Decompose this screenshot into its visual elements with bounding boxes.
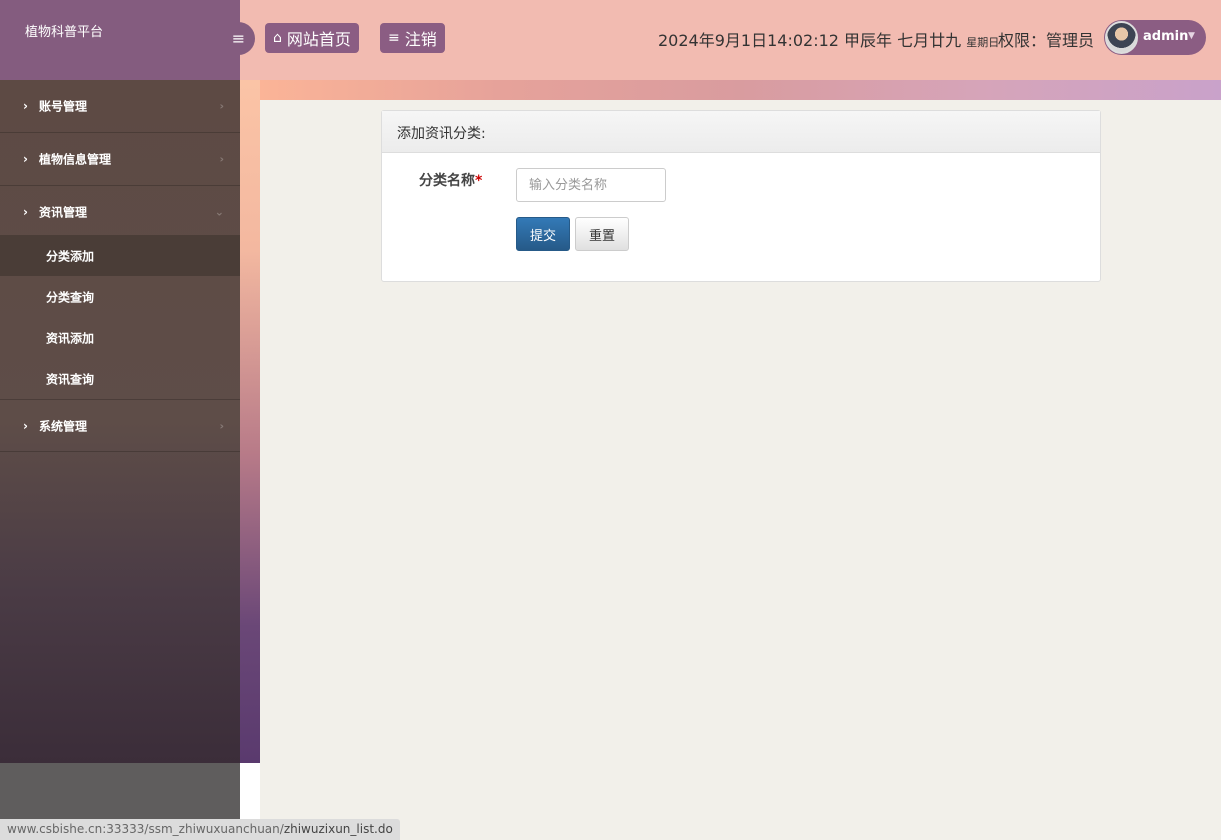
menu-icon: ≡	[231, 29, 246, 48]
datetime-text: 2024年9月1日14:02:12 甲辰年 七月廿九	[658, 31, 962, 50]
required-mark: *	[475, 173, 483, 189]
avatar	[1105, 21, 1138, 54]
sidebar-item-category-add[interactable]: 分类添加	[0, 235, 240, 276]
datetime-display: 2024年9月1日14:02:12 甲辰年 七月廿九 星期日	[658, 27, 999, 51]
decorative-gradient	[240, 80, 260, 763]
panel-title: 添加资讯分类:	[382, 111, 1100, 153]
status-url-host: www.csbishe.cn:33333/ssm_zhiwuxuanchuan/	[7, 822, 284, 836]
sidebar-group-plant-info[interactable]: › 植物信息管理 ›	[0, 133, 240, 186]
permission-text: 权限：管理员	[998, 31, 1095, 50]
sidebar-item-label: 资讯添加	[46, 331, 95, 345]
category-name-label: 分类名称*	[419, 170, 482, 190]
sidebar-group-system[interactable]: › 系统管理 ›	[0, 399, 240, 452]
category-name-label-text: 分类名称	[419, 173, 475, 189]
sidebar-item-label: 分类查询	[46, 290, 95, 304]
caret-down-icon: ▼	[1188, 31, 1195, 41]
sidebar-toggle-button[interactable]: ≡	[222, 22, 255, 55]
logout-button-label: 注销	[404, 30, 437, 49]
reset-button[interactable]: 重置	[575, 217, 629, 251]
home-icon: ⌂	[273, 30, 282, 46]
sidebar-item-label: 资讯查询	[46, 372, 95, 386]
chevron-right-icon: ›	[23, 152, 28, 166]
sidebar-item-news-query[interactable]: 资讯查询	[0, 358, 240, 399]
sidebar-item-category-query[interactable]: 分类查询	[0, 276, 240, 317]
sidebar-item-news-add[interactable]: 资讯添加	[0, 317, 240, 358]
sidebar-group-label: 资讯管理	[39, 205, 88, 220]
sidebar-group-label: 账号管理	[39, 99, 88, 114]
weekday-text: 星期日	[966, 36, 1000, 49]
sidebar-group-label: 植物信息管理	[39, 152, 112, 167]
chevron-down-icon: ⌄	[214, 205, 224, 219]
username: admin	[1143, 29, 1189, 44]
category-form-panel: 添加资讯分类: 分类名称* 提交 重置	[381, 110, 1101, 282]
sidebar-group-label: 系统管理	[39, 419, 88, 433]
home-button-label: 网站首页	[286, 30, 351, 49]
sidebar: › 账号管理 › › 植物信息管理 › › 资讯管理 ⌄ 分类添加 分类查询 资…	[0, 80, 240, 763]
browser-status-url: www.csbishe.cn:33333/ssm_zhiwuxuanchuan/…	[0, 819, 400, 840]
chevron-right-icon: ›	[219, 99, 224, 113]
app-title: 植物科普平台	[25, 25, 104, 40]
chevron-right-icon: ›	[219, 152, 224, 166]
chevron-right-icon: ›	[23, 99, 28, 113]
submit-button[interactable]: 提交	[516, 217, 570, 251]
status-url-path: zhiwuzixun_list.do	[283, 822, 393, 836]
sidebar-item-label: 分类添加	[46, 249, 95, 263]
sidebar-group-news[interactable]: › 资讯管理 ⌄	[0, 186, 240, 239]
category-name-input[interactable]	[516, 168, 666, 202]
list-icon: ≡	[388, 30, 400, 46]
sidebar-group-account[interactable]: › 账号管理 ›	[0, 80, 240, 133]
logout-button[interactable]: ≡ 注销	[380, 23, 445, 53]
chevron-right-icon: ›	[219, 419, 224, 432]
topbar-gradient-strip	[260, 80, 1221, 100]
chevron-right-icon: ›	[23, 205, 28, 219]
sidebar-header: 植物科普平台	[0, 0, 240, 80]
user-menu-button[interactable]: admin ▼	[1104, 20, 1206, 55]
home-button[interactable]: ⌂ 网站首页	[265, 23, 359, 53]
chevron-right-icon: ›	[23, 418, 28, 433]
